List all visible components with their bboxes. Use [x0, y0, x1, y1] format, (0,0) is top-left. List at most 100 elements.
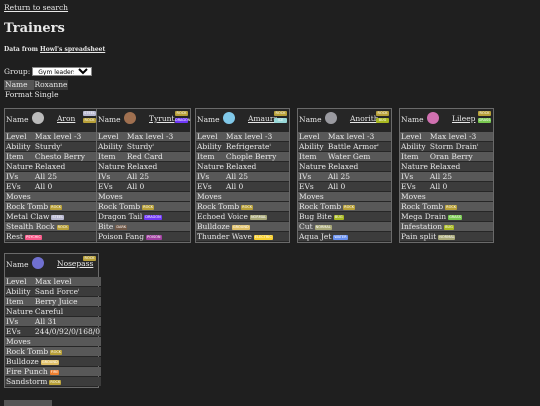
item-value: Water Gem: [326, 152, 391, 161]
level-text: Max level -3: [225, 132, 273, 141]
pokemon-card-header: Name Amaura ROCK ICE: [196, 109, 289, 131]
data-source-prefix: Data from: [4, 46, 41, 53]
move-cell: Pain split NORMAL: [400, 232, 493, 241]
move-type-badge: FIRE: [49, 369, 60, 375]
pokemon-name-link[interactable]: Lileep: [452, 114, 475, 123]
pokemon-card-header: Name Tyrunt ROCK DRAGON: [97, 109, 190, 131]
type-badge: ROCK: [83, 256, 96, 261]
evs-text: All 0: [429, 182, 448, 191]
move-cell: Sandstorm ROCK: [5, 377, 102, 386]
move-row: Rock Tomb ROCK: [196, 202, 289, 211]
item-key: Item: [298, 152, 327, 161]
move-type-badge: ROCK: [49, 379, 62, 385]
ability-info-icon[interactable]: ⁱ: [270, 143, 271, 150]
item-text: Oran Berry: [429, 152, 473, 161]
type-badge: ROCK: [274, 111, 287, 116]
moves-header-row: Moves: [5, 337, 102, 346]
ability-text: Sturdy: [126, 142, 153, 151]
ability-value: Battle Armorⁱ: [326, 142, 391, 151]
move-row: Dragon Tail DRAGON: [97, 212, 190, 221]
move-row: Pain split NORMAL: [400, 232, 493, 241]
move-cell: Rock Tomb ROCK: [196, 202, 289, 211]
move-name: Dragon Tail: [98, 212, 143, 221]
nature-text: Relaxed: [225, 162, 257, 171]
move-row: Bulldoze GROUND: [196, 222, 289, 231]
item-key: Item: [400, 152, 429, 161]
evs-text: All 0: [34, 182, 53, 191]
move-name: Stealth Rock: [6, 222, 55, 231]
stat-row-level: Level Max level -3: [97, 132, 190, 141]
ability-info-icon[interactable]: ⁱ: [61, 143, 62, 150]
pokemon-name-link[interactable]: Anorith: [350, 114, 379, 123]
move-row: Rock Tomb ROCK: [298, 202, 391, 211]
move-row: Bulldoze GROUND: [5, 357, 102, 366]
level-key: Level: [196, 132, 225, 141]
ability-text: Battle Armor: [327, 142, 378, 151]
ability-info-icon[interactable]: ⁱ: [377, 143, 378, 150]
nature-value: Careful: [33, 307, 102, 316]
move-row: Poison Fang POISON: [97, 232, 190, 241]
move-name: Rest: [6, 232, 23, 241]
move-type-badge: ELECTRIC: [253, 234, 273, 240]
ivs-text: All 31: [34, 317, 58, 326]
nature-key: Nature: [5, 307, 34, 316]
stat-row-nature: Nature Relaxed: [400, 162, 493, 171]
spreadsheet-link[interactable]: Howl's spreadsheet: [40, 46, 105, 53]
stat-row-level: Level Max level -3: [298, 132, 391, 141]
move-name: Fire Punch: [6, 367, 48, 376]
item-text: Berry Juice: [34, 297, 78, 306]
nature-value: Relaxed: [33, 162, 98, 171]
move-cell: Bite DARK: [97, 222, 190, 231]
move-cell: Bulldoze GROUND: [5, 357, 102, 366]
move-row: Cut NORMAL: [298, 222, 391, 231]
nature-key: Nature: [400, 162, 429, 171]
ivs-text: All 25: [126, 172, 150, 181]
pokemon-name-link[interactable]: Tyrunt: [149, 114, 175, 123]
ability-info-icon[interactable]: ⁱ: [153, 143, 154, 150]
evs-text: All 0: [225, 182, 244, 191]
move-cell: Echoed Voice NORMAL: [196, 212, 289, 221]
ability-info-icon[interactable]: ⁱ: [78, 288, 79, 295]
evs-value: 244/0/92/0/168/0: [33, 327, 102, 336]
level-value: Max level: [33, 277, 102, 286]
ivs-value: All 31: [33, 317, 102, 326]
level-key: Level: [5, 277, 34, 286]
nature-text: Relaxed: [429, 162, 461, 171]
move-cell: Bulldoze GROUND: [196, 222, 289, 231]
move-type-badge: BUG: [333, 214, 344, 220]
move-name: Rock Tomb: [6, 347, 49, 356]
ivs-value: All 25: [428, 172, 493, 181]
name-key: Name: [401, 115, 424, 124]
type-badge: BUG: [376, 118, 389, 123]
bottom-scrollbar[interactable]: [4, 400, 52, 406]
pokemon-name-link[interactable]: Aron: [57, 114, 75, 123]
move-cell: Thunder Wave ELECTRIC: [196, 232, 289, 241]
move-name: Metal Claw: [6, 212, 50, 221]
stat-row-evs: EVs All 0: [298, 182, 391, 191]
move-cell: Cut NORMAL: [298, 222, 391, 231]
moves-header: Moves: [298, 192, 391, 201]
evs-value: All 0: [224, 182, 289, 191]
move-cell: Bug Bite BUG: [298, 212, 391, 221]
evs-key: EVs: [5, 182, 34, 191]
moves-header: Moves: [5, 192, 98, 201]
ability-key: Ability: [97, 142, 126, 151]
move-name: Rock Tomb: [6, 202, 49, 211]
ability-value: Sand Forceⁱ: [33, 287, 102, 296]
move-type-badge: ROCK: [50, 204, 63, 210]
move-cell: Rock Tomb ROCK: [5, 347, 102, 356]
stat-row-item: Item Chesto Berry: [5, 152, 98, 161]
nature-key: Nature: [5, 162, 34, 171]
pokemon-card-header: Name Lileep ROCK GRASS: [400, 109, 493, 131]
nature-key: Nature: [298, 162, 327, 171]
return-to-search-link[interactable]: Return to search: [4, 3, 68, 12]
pokemon-sprite-icon: [124, 112, 136, 124]
ability-info-icon[interactable]: ⁱ: [477, 143, 478, 150]
name-key: Name: [197, 115, 220, 124]
move-name: Echoed Voice: [197, 212, 248, 221]
group-select[interactable]: Gym leaders: [32, 67, 93, 76]
move-name: Bulldoze: [6, 357, 39, 366]
name-key: Name: [6, 260, 29, 269]
move-name: Sandstorm: [6, 377, 48, 386]
move-type-badge: ROCK: [445, 204, 458, 210]
